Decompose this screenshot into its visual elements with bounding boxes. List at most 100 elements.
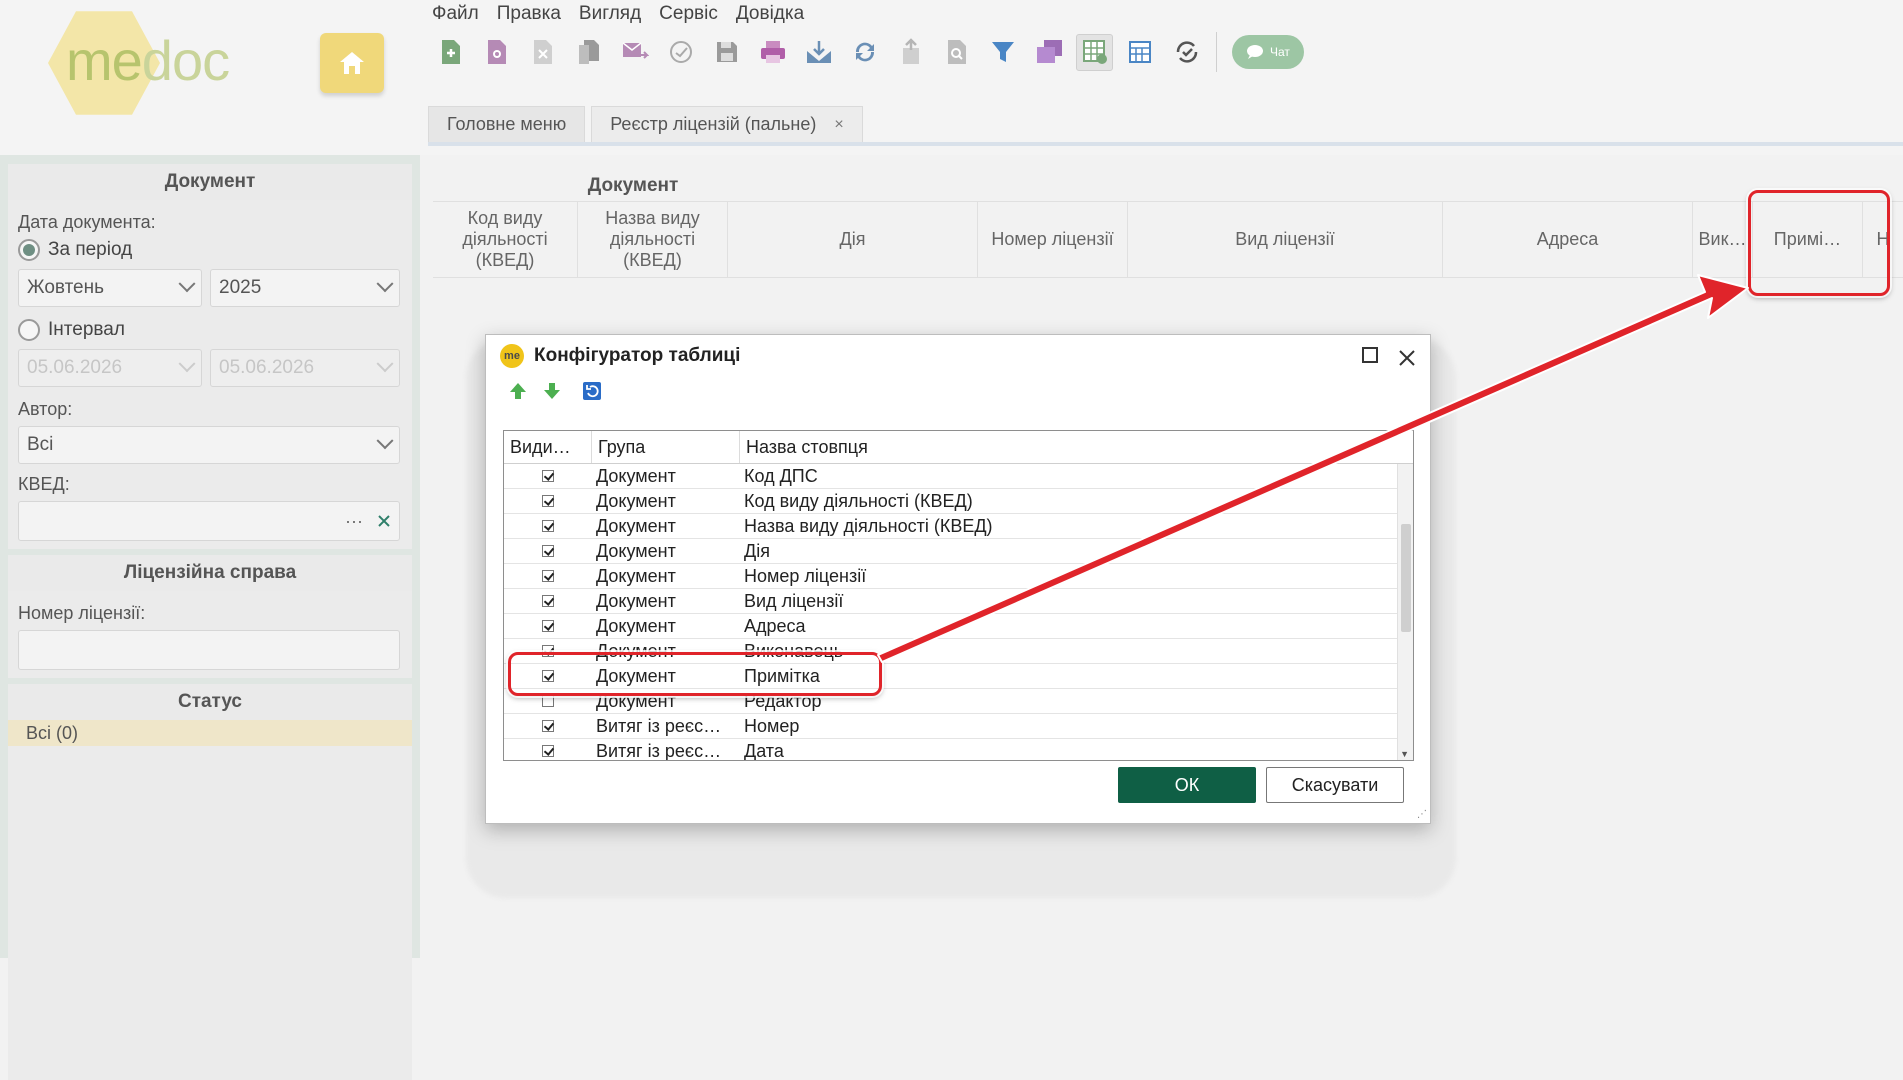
year-select[interactable]: 2025 [210,269,400,307]
group-cell: Витяг із реєс… [596,715,722,736]
filter-icon[interactable] [984,34,1021,71]
table-row[interactable]: Документ Код виду діяльності (КВЕД) [504,489,1413,514]
copy-icon[interactable] [570,34,607,71]
upload-icon[interactable] [892,34,929,71]
column-header[interactable]: Вид ліцензії [1128,202,1443,277]
radio-interval[interactable]: Інтервал [18,319,402,341]
visible-checkbox[interactable] [542,520,554,532]
reset-icon[interactable] [582,381,602,401]
print-icon[interactable] [754,34,791,71]
menu-item[interactable]: Вигляд [579,3,641,25]
group-cell: Витяг із реєс… [596,740,722,761]
column-name-cell: Код виду діяльності (КВЕД) [744,490,973,511]
arrow-up-icon[interactable] [508,381,528,401]
column-header[interactable]: Вик… [1693,202,1753,277]
kved-browse-button[interactable]: ··· [345,511,363,532]
radio-period-label: За період [48,239,133,260]
maximize-icon[interactable] [1362,347,1378,363]
header-group[interactable]: Група [592,431,740,463]
tab-main-menu[interactable]: Головне меню [428,106,586,142]
resize-grip-icon[interactable]: ⋰ [1417,809,1427,820]
column-header[interactable]: Номер ліцензії [978,202,1128,277]
columns-table: Види… Група Назва стовпця Документ Код ДП… [503,430,1414,761]
visible-checkbox[interactable] [542,720,554,732]
date-label: Дата документа: [18,212,156,232]
visible-cell [504,695,592,707]
kved-field[interactable]: ··· [18,501,400,541]
visible-cell [504,570,592,582]
add-icon[interactable] [432,34,469,71]
interval-from-date[interactable]: 05.06.2026 [18,349,202,387]
table-config-icon[interactable] [1076,33,1113,71]
sign-icon[interactable] [662,34,699,71]
interval-to-date[interactable]: 05.06.2026 [210,349,400,387]
calendar-icon[interactable] [1122,34,1159,71]
arrow-down-icon[interactable] [542,381,562,401]
preview-icon[interactable] [938,34,975,71]
columns-table-header: Види… Група Назва стовпця [504,431,1413,464]
tab-license-registry[interactable]: Реєстр ліцензій (пальне) × [591,106,863,142]
ok-button[interactable]: ОК [1118,767,1256,803]
close-tab-icon[interactable]: × [834,116,843,134]
menu-item[interactable]: Сервіс [659,3,718,25]
column-name-cell: Дата [744,740,784,761]
table-row[interactable]: Документ Назва виду діяльності (КВЕД) [504,514,1413,539]
scroll-thumb[interactable] [1401,524,1411,632]
visible-checkbox[interactable] [542,695,554,707]
dialog-title: Конфігуратор таблиці [534,345,741,366]
refresh-check-icon[interactable] [1168,34,1205,71]
tabs-underline [428,142,1903,146]
group-cell: Документ [596,465,676,486]
column-header[interactable]: Адреса [1443,202,1693,277]
column-header[interactable]: Дія [728,202,978,277]
header-visible[interactable]: Види… [504,431,592,463]
table-row[interactable]: Документ Код ДПС [504,464,1413,489]
section-status-title: Статус [8,684,412,720]
table-row[interactable]: Документ Вид ліцензії [504,589,1413,614]
chat-button[interactable]: Чат [1232,35,1304,69]
license-number-input[interactable] [18,630,400,670]
visible-checkbox[interactable] [542,620,554,632]
menu-item[interactable]: Файл [432,3,479,25]
month-select[interactable]: Жовтень [18,269,202,307]
group-cell: Документ [596,490,676,511]
column-name-cell: Дія [744,540,770,561]
download-icon[interactable] [800,34,837,71]
visible-checkbox[interactable] [542,745,554,757]
scroll-down-icon[interactable]: ▼ [1400,749,1409,759]
table-row[interactable]: Документ Дія [504,539,1413,564]
menu-item[interactable]: Довідка [736,3,804,25]
visible-checkbox[interactable] [542,570,554,582]
clear-icon[interactable] [377,514,391,528]
table-row[interactable]: Витяг із реєс… Номер [504,714,1413,739]
cancel-button[interactable]: Скасувати [1266,767,1404,803]
sync-icon[interactable] [846,34,883,71]
visible-checkbox[interactable] [542,595,554,607]
table-row[interactable]: Документ Адреса [504,614,1413,639]
visible-checkbox[interactable] [542,495,554,507]
save-icon[interactable] [708,34,745,71]
radio-period[interactable]: За період [18,239,402,261]
column-header[interactable]: Назва виду діяльності (КВЕД) [578,202,728,277]
header-column-name[interactable]: Назва стовпця [740,431,1398,463]
menu-item[interactable]: Правка [497,3,561,25]
view-icon[interactable] [478,34,515,71]
radio-interval-indicator[interactable] [18,319,40,341]
author-select[interactable]: Всі [18,426,400,464]
status-item-all[interactable]: Всі (0) [8,720,412,746]
visible-cell [504,595,592,607]
delete-icon[interactable] [524,34,561,71]
highlight-note-column [1748,190,1890,296]
visible-checkbox[interactable] [542,470,554,482]
layers-icon[interactable] [1030,34,1067,71]
visible-cell [504,520,592,532]
table-row[interactable]: Витяг із реєс… Дата [504,739,1413,761]
table-row[interactable]: Документ Номер ліцензії [504,564,1413,589]
send-icon[interactable] [616,34,653,71]
table-scrollbar[interactable]: ▼ [1397,464,1413,760]
radio-period-indicator[interactable] [18,239,40,261]
home-button[interactable] [320,33,384,93]
column-header[interactable]: Код виду діяльності (КВЕД) [433,202,578,277]
visible-checkbox[interactable] [542,545,554,557]
close-icon[interactable] [1398,341,1416,374]
